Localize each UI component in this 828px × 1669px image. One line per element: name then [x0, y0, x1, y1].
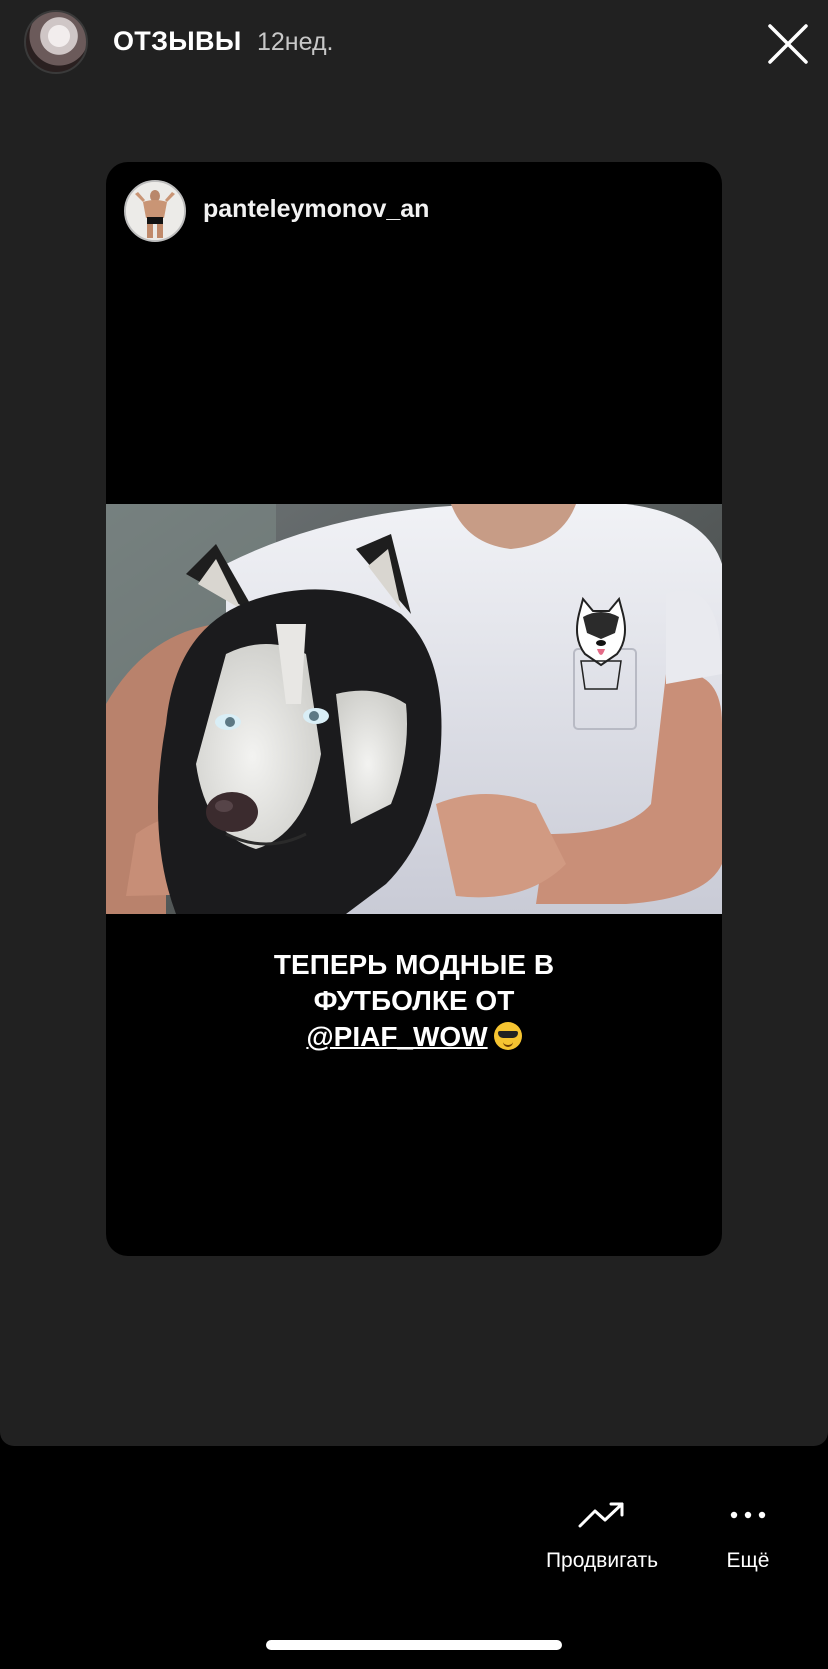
promote-button[interactable]: Продвигать — [530, 1500, 674, 1573]
author-username[interactable]: panteleymonov_an — [203, 195, 429, 224]
sunglasses-emoji-icon — [493, 1022, 522, 1050]
reshared-story-card[interactable]: panteleymonov_an ТЕПЕРЬ МОДНЫЕ В ФУТБОЛК… — [106, 162, 722, 1256]
more-dots-icon — [730, 1511, 766, 1519]
caption-line: ТЕПЕРЬ МОДНЫЕ В — [273, 949, 555, 980]
more-button[interactable]: Ещё — [712, 1500, 784, 1573]
close-icon[interactable] — [766, 22, 810, 66]
trending-up-icon — [578, 1502, 624, 1528]
home-indicator[interactable] — [266, 1640, 562, 1650]
caption-line: ФУТБОЛКЕ ОТ — [313, 985, 515, 1016]
more-label: Ещё — [726, 1549, 770, 1572]
story-viewer[interactable]: ОТЗЫВЫ 12нед. panteleymonov_an ТЕПЕРЬ МО… — [0, 0, 828, 1446]
promote-label: Продвигать — [545, 1549, 659, 1572]
story-header: ОТЗЫВЫ 12нед. — [0, 0, 828, 90]
mention-link[interactable]: @PIAF_WOW — [306, 1021, 487, 1052]
post-caption: ТЕПЕРЬ МОДНЫЕ В ФУТБОЛКЕ ОТ @PIAF_WOW — [106, 947, 722, 1055]
highlight-avatar[interactable] — [24, 10, 88, 74]
author-avatar[interactable] — [124, 180, 186, 242]
story-timestamp: 12нед. — [257, 28, 334, 56]
post-photo — [106, 504, 722, 914]
highlight-title[interactable]: ОТЗЫВЫ — [113, 26, 242, 57]
